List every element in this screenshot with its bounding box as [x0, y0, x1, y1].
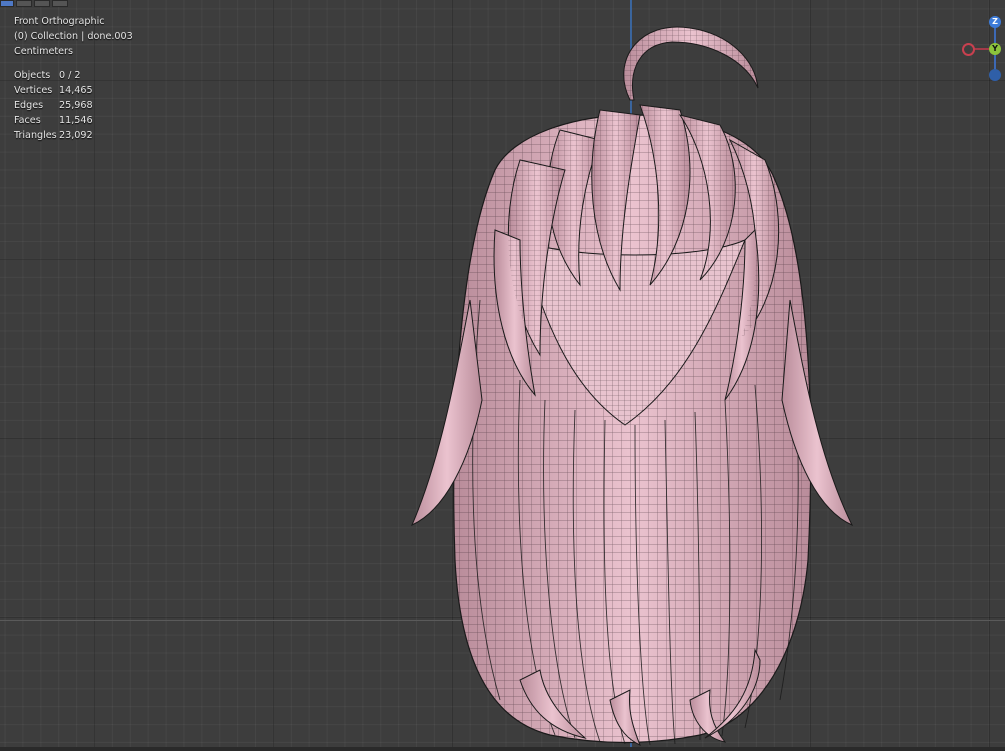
header-tab[interactable]: [16, 0, 32, 7]
stat-row-faces: Faces 11,546: [14, 113, 133, 128]
header-tab-strip: [0, 0, 80, 7]
gizmo-y-axis-button[interactable]: Y: [989, 43, 1001, 55]
header-tab[interactable]: [0, 0, 14, 7]
stat-row-vertices: Vertices 14,465: [14, 83, 133, 98]
stat-row-objects: Objects 0 / 2: [14, 68, 133, 83]
stat-value: 23,092: [59, 130, 93, 141]
collection-label: (0) Collection | done.003: [14, 31, 133, 42]
stat-label: Faces: [14, 115, 41, 126]
gizmo-z-axis-button[interactable]: Z: [989, 16, 1001, 28]
header-tab[interactable]: [34, 0, 50, 7]
stat-label: Objects: [14, 70, 51, 81]
viewport-info-overlay: Front Orthographic (0) Collection | done…: [14, 14, 133, 143]
scene-statistics: Objects 0 / 2 Vertices 14,465 Edges 25,9…: [14, 68, 133, 143]
stat-row-edges: Edges 25,968: [14, 98, 133, 113]
header-tab[interactable]: [52, 0, 68, 7]
view-name-label: Front Orthographic: [14, 16, 105, 27]
stat-value: 0 / 2: [59, 70, 81, 81]
bottom-status-strip: [0, 747, 1005, 751]
stat-label: Edges: [14, 100, 44, 111]
stat-value: 25,968: [59, 100, 93, 111]
gizmo-negative-z-button[interactable]: [989, 69, 1001, 81]
stat-value: 14,465: [59, 85, 93, 96]
units-label: Centimeters: [14, 46, 73, 57]
hair-mesh-wireframe[interactable]: [0, 0, 1005, 751]
stat-label: Triangles: [14, 130, 57, 141]
3d-viewport[interactable]: Front Orthographic (0) Collection | done…: [0, 0, 1005, 751]
stat-row-triangles: Triangles 23,092: [14, 128, 133, 143]
gizmo-negative-x-button[interactable]: [962, 43, 975, 56]
stat-label: Vertices: [14, 85, 53, 96]
stat-value: 11,546: [59, 115, 93, 126]
navigation-gizmo[interactable]: Z Y: [955, 12, 1005, 84]
